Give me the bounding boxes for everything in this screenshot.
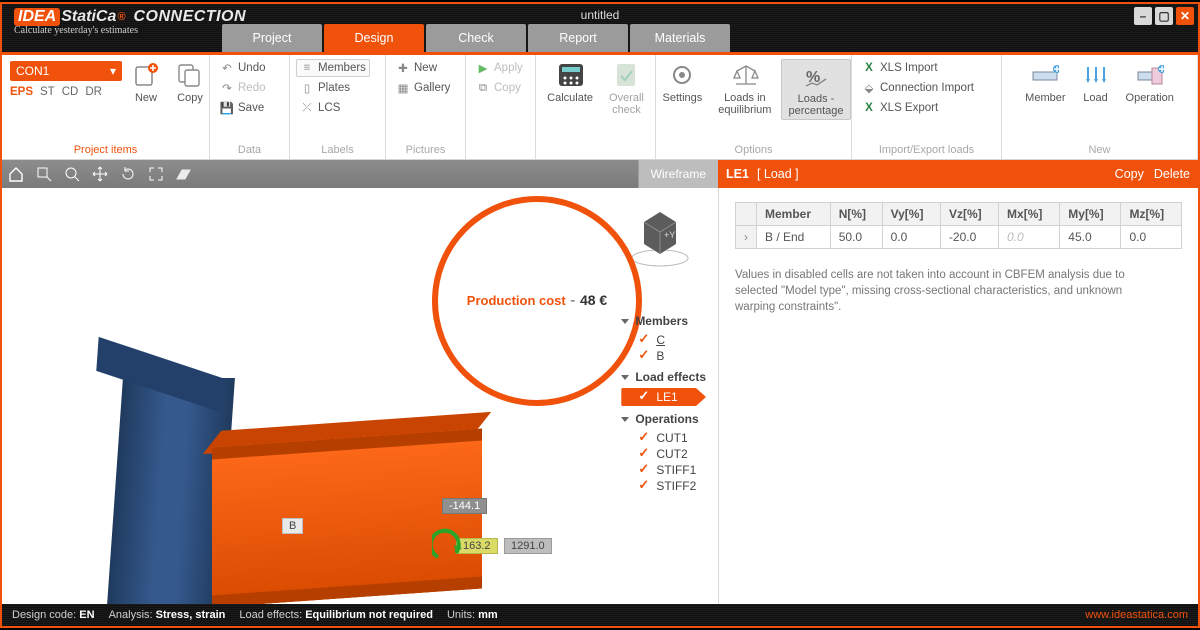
- tree-op-stiff1[interactable]: STIFF1: [621, 462, 706, 478]
- le-tag: [ Load ]: [757, 167, 799, 181]
- save-button[interactable]: 💾Save: [216, 99, 270, 117]
- tree-member-c[interactable]: C: [621, 332, 706, 348]
- pan-button[interactable]: [86, 160, 114, 188]
- ribbon: CON1▾ EPS ST CD DR New Copy: [2, 52, 1198, 160]
- le-delete-button[interactable]: Delete: [1154, 167, 1190, 181]
- picture-gallery-button[interactable]: ▦Gallery: [392, 79, 454, 97]
- tab-materials[interactable]: Materials: [630, 24, 730, 52]
- document-title: untitled: [2, 8, 1198, 22]
- le-code: LE1: [726, 167, 749, 181]
- col-member[interactable]: Member: [757, 203, 831, 226]
- apply-copy-button[interactable]: ⧉Copy: [472, 79, 527, 97]
- toggle-plates-label[interactable]: ▯Plates: [296, 79, 370, 97]
- window-maximize-button[interactable]: ▢: [1155, 7, 1173, 25]
- loads-equilibrium-button[interactable]: Loads in equilibrium: [712, 59, 777, 118]
- undo-button[interactable]: ↶Undo: [216, 59, 270, 77]
- new-member-button[interactable]: Member: [1019, 59, 1071, 106]
- member-b-label: B: [282, 518, 303, 534]
- percent-icon: %: [802, 62, 830, 90]
- force-3: 1291.0: [504, 538, 552, 554]
- tree-load-le1[interactable]: LE1: [621, 388, 706, 406]
- view-cd[interactable]: CD: [62, 86, 79, 98]
- app-window: IDEAStatiCa® CONNECTION Calculate yester…: [2, 4, 1198, 626]
- tree-member-b[interactable]: B: [621, 348, 706, 364]
- viewport-toolstrip: Solid Transparent Wireframe LE1 [ Load ]…: [2, 160, 1198, 188]
- production-cost-callout: Production cost - 48 €: [432, 196, 642, 406]
- main-area: B C -144.1 163.2 1291.0 +Y Production co…: [2, 188, 1198, 604]
- tab-design[interactable]: Design: [324, 24, 424, 52]
- zoom-window-button[interactable]: [30, 160, 58, 188]
- force-1: -144.1: [442, 498, 487, 514]
- toggle-lcs-label[interactable]: ⤫LCS: [296, 99, 370, 117]
- force-2: 163.2: [456, 538, 498, 554]
- viewport-3d[interactable]: B C -144.1 163.2 1291.0 +Y Production co…: [2, 188, 718, 604]
- gear-icon: [668, 61, 696, 89]
- col-vy[interactable]: Vy[%]: [882, 203, 940, 226]
- window-minimize-button[interactable]: –: [1134, 7, 1152, 25]
- fullscreen-button[interactable]: [142, 160, 170, 188]
- picture-new-button[interactable]: ✚New: [392, 59, 454, 77]
- loads-percentage-button[interactable]: % Loads - percentage: [781, 59, 850, 120]
- overall-check-button[interactable]: Overall check: [603, 59, 650, 118]
- scene-tree: Members C B Load effects LE1 Operations …: [621, 308, 706, 494]
- xls-import-button[interactable]: XXLS Import: [858, 59, 978, 77]
- load-effect-bar: LE1 [ Load ] Copy Delete: [718, 160, 1198, 188]
- tab-report[interactable]: Report: [528, 24, 628, 52]
- col-mz[interactable]: Mz[%]: [1121, 203, 1182, 226]
- row-selector-icon[interactable]: ›: [736, 226, 757, 249]
- beam-b: [212, 429, 482, 604]
- copy-connection-button[interactable]: Copy: [170, 59, 210, 106]
- rotate-button[interactable]: [114, 160, 142, 188]
- connection-selector[interactable]: CON1▾: [10, 61, 122, 81]
- new-load-button[interactable]: Load: [1076, 59, 1116, 106]
- table-row[interactable]: › B / End 50.0 0.0 -20.0 0.0 45.0 0.0: [736, 226, 1182, 249]
- perspective-button[interactable]: [170, 160, 198, 188]
- titlebar: IDEAStatiCa® CONNECTION Calculate yester…: [2, 4, 1198, 52]
- tree-op-stiff2[interactable]: STIFF2: [621, 478, 706, 494]
- le-copy-button[interactable]: Copy: [1115, 167, 1144, 181]
- moment-arrow-icon: [432, 523, 462, 563]
- xls-export-button[interactable]: XXLS Export: [858, 99, 978, 117]
- view-code-row: EPS ST CD DR: [10, 86, 122, 98]
- scales-icon: [731, 61, 759, 89]
- calculate-button[interactable]: Calculate: [541, 59, 599, 106]
- status-bar: Design code: EN Analysis: Stress, strain…: [2, 604, 1198, 626]
- col-vz[interactable]: Vz[%]: [940, 203, 998, 226]
- home-view-button[interactable]: [2, 160, 30, 188]
- zoom-button[interactable]: [58, 160, 86, 188]
- tree-op-cut1[interactable]: CUT1: [621, 430, 706, 446]
- redo-button[interactable]: ↷Redo: [216, 79, 270, 97]
- settings-button[interactable]: Settings: [657, 59, 709, 106]
- window-close-button[interactable]: ✕: [1176, 7, 1194, 25]
- col-my[interactable]: My[%]: [1060, 203, 1121, 226]
- tree-op-cut2[interactable]: CUT2: [621, 446, 706, 462]
- new-operation-button[interactable]: Operation: [1120, 59, 1180, 106]
- apply-button[interactable]: ▶Apply: [472, 59, 527, 77]
- col-mx[interactable]: Mx[%]: [999, 203, 1060, 226]
- svg-text:+Y: +Y: [664, 230, 675, 240]
- disabled-cells-note: Values in disabled cells are not taken i…: [735, 267, 1155, 315]
- toggle-members-label[interactable]: ≡Members: [296, 59, 370, 77]
- tab-check[interactable]: Check: [426, 24, 526, 52]
- tab-project[interactable]: Project: [222, 24, 322, 52]
- view-dr[interactable]: DR: [85, 86, 102, 98]
- tagline: Calculate yesterday's estimates: [14, 25, 246, 36]
- main-tabs: Project Design Check Report Materials: [222, 24, 730, 52]
- website-link[interactable]: www.ideastatica.com: [1085, 609, 1188, 621]
- col-n[interactable]: N[%]: [830, 203, 882, 226]
- mode-wireframe[interactable]: Wireframe: [638, 160, 718, 188]
- load-table[interactable]: Member N[%] Vy[%] Vz[%] Mx[%] My[%] Mz[%…: [735, 202, 1182, 249]
- connection-import-button[interactable]: ⬙Connection Import: [858, 79, 978, 97]
- load-panel: Member N[%] Vy[%] Vz[%] Mx[%] My[%] Mz[%…: [718, 188, 1198, 604]
- view-eps[interactable]: EPS: [10, 86, 33, 98]
- new-connection-button[interactable]: New: [126, 59, 166, 106]
- view-st[interactable]: ST: [40, 86, 55, 98]
